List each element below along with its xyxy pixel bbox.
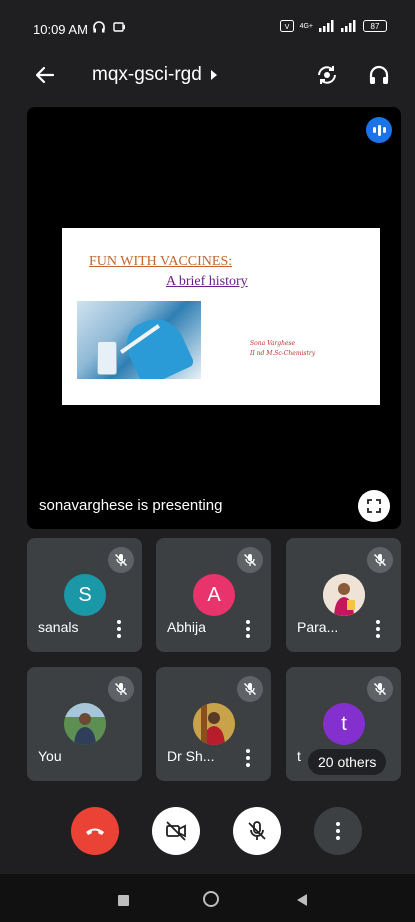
- more-vert-icon: [335, 822, 341, 840]
- meeting-code: mqx-gsci-rgd: [92, 64, 202, 85]
- participant-tile[interactable]: Para...: [286, 538, 401, 652]
- participant-name: Dr Sh...: [167, 748, 215, 764]
- status-time: 10:09 AM: [33, 22, 88, 37]
- more-options-icon[interactable]: [116, 620, 122, 638]
- back-button[interactable]: [30, 60, 60, 90]
- system-navigation-bar: [0, 874, 415, 922]
- signal-icon: [319, 20, 334, 32]
- avatar-photo: [323, 574, 365, 616]
- avatar-photo: [64, 703, 106, 745]
- participant-tile[interactable]: S sanals: [27, 538, 142, 652]
- speaking-indicator-icon: [366, 117, 392, 143]
- slide-author-detail: II nd M.Sc-Chemistry: [250, 349, 316, 357]
- status-notification-icons: [92, 20, 126, 34]
- more-options-icon[interactable]: [375, 620, 381, 638]
- slide-subtitle: A brief history: [166, 274, 248, 289]
- status-right-icons: V 4G+ 87: [279, 20, 387, 32]
- participant-tile[interactable]: Dr Sh...: [156, 667, 271, 781]
- svg-text:V: V: [284, 23, 289, 31]
- participant-name: You: [38, 748, 62, 764]
- caret-right-icon: [210, 70, 217, 80]
- headset-status-icon: [93, 21, 105, 33]
- mic-off-icon: [367, 676, 393, 702]
- switch-camera-button[interactable]: [312, 60, 342, 90]
- avatar: S: [64, 574, 106, 616]
- cast-status-icon: [113, 22, 125, 32]
- mic-toggle-button[interactable]: [233, 807, 281, 855]
- mic-off-icon: [367, 547, 393, 573]
- meeting-title-button[interactable]: mqx-gsci-rgd: [92, 64, 218, 86]
- presenting-status: sonavarghese is presenting: [39, 497, 223, 514]
- mic-off-icon: [108, 547, 134, 573]
- participant-tile[interactable]: A Abhija: [156, 538, 271, 652]
- slide-author-block: Sona Varghese II nd M.Sc-Chemistry: [250, 339, 315, 358]
- battery-level: 87: [370, 21, 380, 31]
- avatar-initial: t: [341, 712, 347, 735]
- end-call-button[interactable]: [71, 807, 119, 855]
- signal-2-icon: [341, 20, 356, 32]
- nav-back-icon[interactable]: [297, 894, 307, 906]
- home-icon[interactable]: [203, 891, 219, 907]
- others-count-badge[interactable]: 20 others: [308, 749, 387, 775]
- mic-off-icon: [248, 821, 266, 840]
- avatar: t: [323, 703, 365, 745]
- participant-tile-others[interactable]: t t 20 others: [286, 667, 401, 781]
- arrow-left-icon: [35, 66, 55, 84]
- switch-camera-icon: [318, 66, 336, 84]
- battery-icon: 87: [363, 20, 387, 32]
- mic-off-icon: [108, 676, 134, 702]
- volte-icon: V: [279, 20, 294, 32]
- presentation-view[interactable]: FUN WITH VACCINES: A brief history Sona …: [27, 107, 401, 529]
- more-options-icon[interactable]: [245, 749, 251, 767]
- audio-output-button[interactable]: [364, 60, 394, 90]
- participant-name: Para...: [297, 619, 339, 635]
- fullscreen-button[interactable]: [358, 490, 390, 522]
- meeting-top-bar: mqx-gsci-rgd: [0, 52, 415, 98]
- vaccine-photo: [77, 301, 201, 379]
- mic-off-icon: [237, 547, 263, 573]
- slide-title: FUN WITH VACCINES:: [89, 254, 233, 269]
- participant-name: sanals: [38, 619, 79, 635]
- presentation-slide: FUN WITH VACCINES: A brief history Sona …: [62, 228, 380, 405]
- fullscreen-icon: [367, 499, 381, 513]
- avatar-photo: [193, 703, 235, 745]
- recents-icon[interactable]: [118, 895, 129, 906]
- camera-off-icon: [166, 821, 186, 841]
- participant-name: Abhija: [167, 619, 206, 635]
- camera-toggle-button[interactable]: [152, 807, 200, 855]
- mic-off-icon: [237, 676, 263, 702]
- participant-tile-self[interactable]: You: [27, 667, 142, 781]
- more-options-button[interactable]: [314, 807, 362, 855]
- avatar: A: [193, 574, 235, 616]
- network-type: 4G+: [299, 22, 313, 30]
- headphones-icon: [369, 65, 389, 84]
- avatar-initial: A: [207, 583, 221, 606]
- slide-author: Sona Varghese: [250, 340, 296, 347]
- more-options-icon[interactable]: [245, 620, 251, 638]
- status-bar: 10:09 AM V 4G+ 87: [0, 0, 415, 44]
- end-call-icon: [86, 828, 104, 835]
- avatar-initial: S: [78, 583, 92, 606]
- participant-name: t: [297, 748, 301, 764]
